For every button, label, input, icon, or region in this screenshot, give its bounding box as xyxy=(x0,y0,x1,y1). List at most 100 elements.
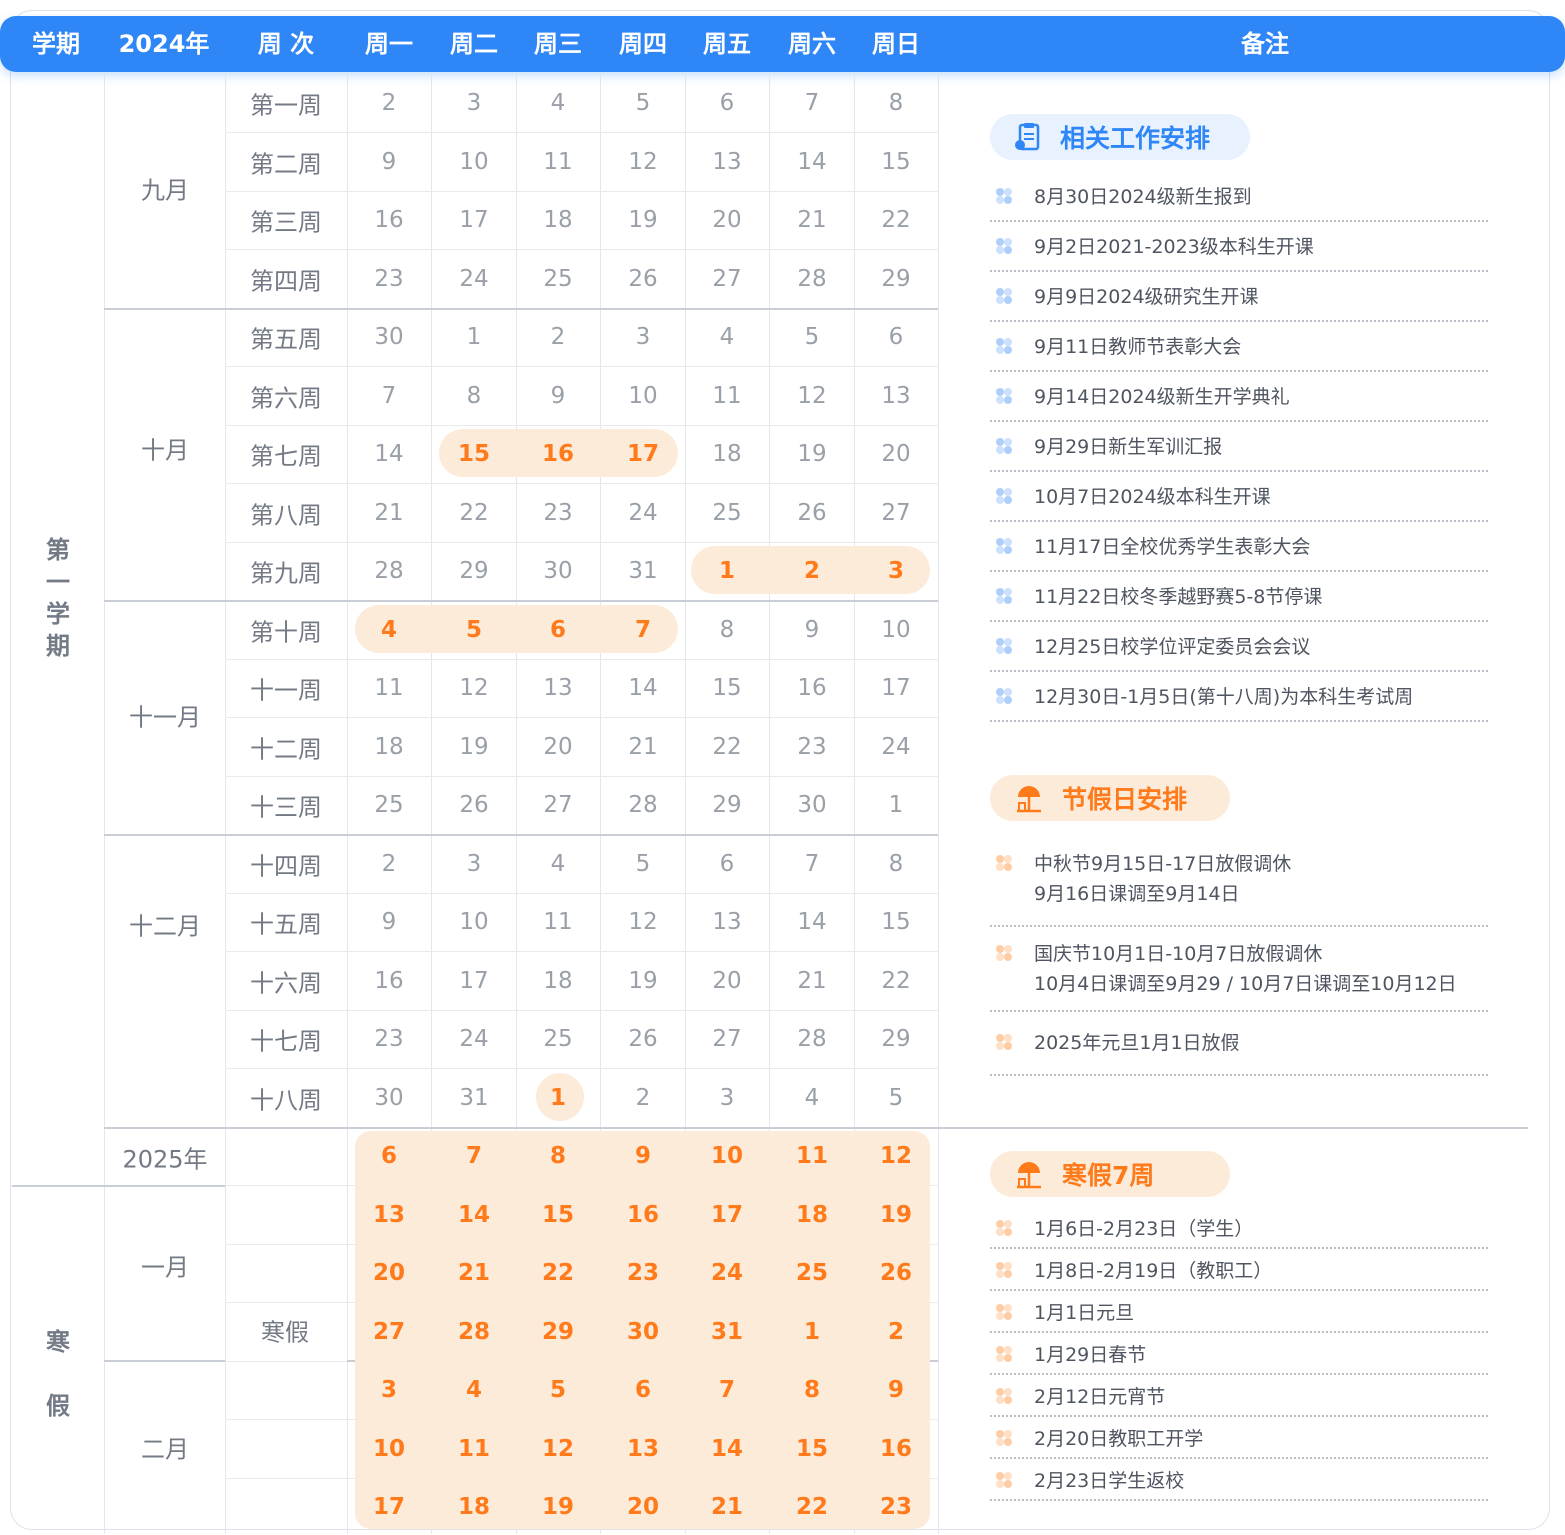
week-label: 第一周 xyxy=(250,91,322,120)
day-cell: 17 xyxy=(881,675,911,701)
day-cell: 11 xyxy=(374,675,404,701)
day-cell: 2 xyxy=(887,1318,905,1345)
grid-vline xyxy=(225,74,226,1534)
day-cell: 3 xyxy=(719,1084,735,1111)
day-cell: 26 xyxy=(879,1260,913,1286)
grid-hline-major xyxy=(12,1185,225,1187)
header-sun: 周日 xyxy=(872,30,920,58)
day-cell: 6 xyxy=(380,1143,398,1169)
note-item: 2025年元旦1月1日放假 xyxy=(990,1028,1488,1076)
grid-hline xyxy=(225,659,938,660)
note-item: 1月1日元旦 xyxy=(990,1298,1488,1333)
day-cell: 3 xyxy=(466,850,482,877)
day-cell: 21 xyxy=(797,967,827,994)
flower-bullet-icon xyxy=(996,1304,1012,1320)
note-item: 9月9日2024级研究生开课 xyxy=(990,282,1488,322)
day-cell: 29 xyxy=(541,1318,575,1345)
month-dec: 十二月 xyxy=(129,912,201,941)
day-cell: 19 xyxy=(541,1494,575,1520)
month-oct: 十月 xyxy=(141,436,189,465)
year-2025: 2025年 xyxy=(122,1145,208,1174)
day-cell: 1 xyxy=(888,792,904,818)
day-cell: 7 xyxy=(634,616,652,643)
flower-bullet-icon xyxy=(996,538,1012,554)
day-cell: 6 xyxy=(719,90,735,116)
flower-bullet-icon xyxy=(996,188,1012,204)
grid-hline xyxy=(225,249,938,250)
note-text: 中秋节9月15日-17日放假调休 xyxy=(1034,853,1292,875)
header-bar: 学期 2024年 周 次 周一 周二 周三 周四 周五 周六 周日 备注 xyxy=(0,16,1565,72)
note-item: 12月30日-1月5日(第十八周)为本科生考试周 xyxy=(990,682,1488,722)
term-winter-label: 寒假 xyxy=(46,1328,70,1420)
note-item: 1月6日-2月23日（学生） xyxy=(990,1214,1488,1249)
day-cell: 21 xyxy=(710,1494,744,1520)
day-cell: 23 xyxy=(797,733,827,760)
day-cell: 7 xyxy=(804,90,820,116)
day-cell: 6 xyxy=(888,324,904,350)
day-cell: 25 xyxy=(374,792,404,818)
grid-hline xyxy=(225,1068,938,1069)
note-item: 10月7日2024级本科生开课 xyxy=(990,482,1488,522)
flower-bullet-icon xyxy=(996,688,1012,704)
day-cell: 30 xyxy=(797,792,827,818)
day-cell: 16 xyxy=(374,967,404,994)
day-cell: 27 xyxy=(881,499,911,526)
day-cell: 8 xyxy=(888,850,904,877)
week-label: 第二周 xyxy=(250,150,322,178)
day-cell: 14 xyxy=(797,148,827,175)
grid-hline xyxy=(225,893,938,894)
day-cell: 5 xyxy=(465,616,483,643)
day-cell: 20 xyxy=(543,733,573,760)
day-cell: 17 xyxy=(459,967,489,994)
section-winter-header: 寒假7周 xyxy=(990,1151,1230,1197)
note-item: 12月25日校学位评定委员会会议 xyxy=(990,632,1488,672)
flower-bullet-icon xyxy=(996,1472,1012,1488)
day-cell: 22 xyxy=(795,1494,829,1520)
day-cell: 8 xyxy=(803,1377,821,1403)
beach-umbrella-icon xyxy=(1017,786,1041,813)
flower-bullet-icon xyxy=(996,488,1012,504)
day-cell: 15 xyxy=(881,148,911,175)
day-cell: 13 xyxy=(626,1435,660,1462)
day-cell: 19 xyxy=(797,441,827,467)
day-cell: 26 xyxy=(459,792,489,818)
holiday-highlight xyxy=(355,605,678,653)
flower-bullet-icon xyxy=(996,238,1012,254)
note-item: 2月23日学生返校 xyxy=(990,1466,1488,1501)
note-text: 8月30日2024级新生报到 xyxy=(1034,186,1252,208)
day-cell: 13 xyxy=(712,909,742,935)
day-cell: 10 xyxy=(628,382,658,409)
day-cell: 21 xyxy=(457,1260,491,1286)
day-cell: 25 xyxy=(543,265,573,292)
note-item: 9月29日新生军训汇报 xyxy=(990,432,1488,472)
day-cell: 22 xyxy=(881,207,911,233)
flower-bullet-icon xyxy=(996,1220,1012,1236)
grid-vline xyxy=(347,74,348,1534)
day-cell: 11 xyxy=(712,382,742,409)
day-cell: 21 xyxy=(628,733,658,760)
day-cell: 5 xyxy=(635,90,651,116)
note-item: 8月30日2024级新生报到 xyxy=(990,182,1488,222)
day-cell: 1 xyxy=(718,558,736,584)
day-cell: 25 xyxy=(795,1260,829,1286)
day-cell: 11 xyxy=(795,1143,829,1169)
flower-bullet-icon xyxy=(996,1034,1012,1050)
day-cell: 22 xyxy=(541,1260,575,1286)
day-cell: 11 xyxy=(543,148,573,175)
week-label: 第四周 xyxy=(250,267,322,295)
day-cell: 8 xyxy=(719,616,735,643)
day-cell: 23 xyxy=(626,1260,660,1286)
day-cell: 9 xyxy=(804,616,820,643)
day-cell: 30 xyxy=(543,558,573,584)
day-cell: 12 xyxy=(628,909,658,935)
day-cell: 31 xyxy=(628,558,658,584)
day-cell: 19 xyxy=(628,207,658,233)
day-cell: 14 xyxy=(457,1201,491,1228)
day-cell: 12 xyxy=(459,675,489,701)
day-cell: 28 xyxy=(797,1026,827,1052)
day-cell: 26 xyxy=(628,265,658,292)
day-cell: 4 xyxy=(804,1084,820,1111)
note-text: 1月8日-2月19日（教职工） xyxy=(1034,1260,1273,1282)
week-label: 十三周 xyxy=(250,793,322,822)
day-cell: 15 xyxy=(795,1435,829,1462)
